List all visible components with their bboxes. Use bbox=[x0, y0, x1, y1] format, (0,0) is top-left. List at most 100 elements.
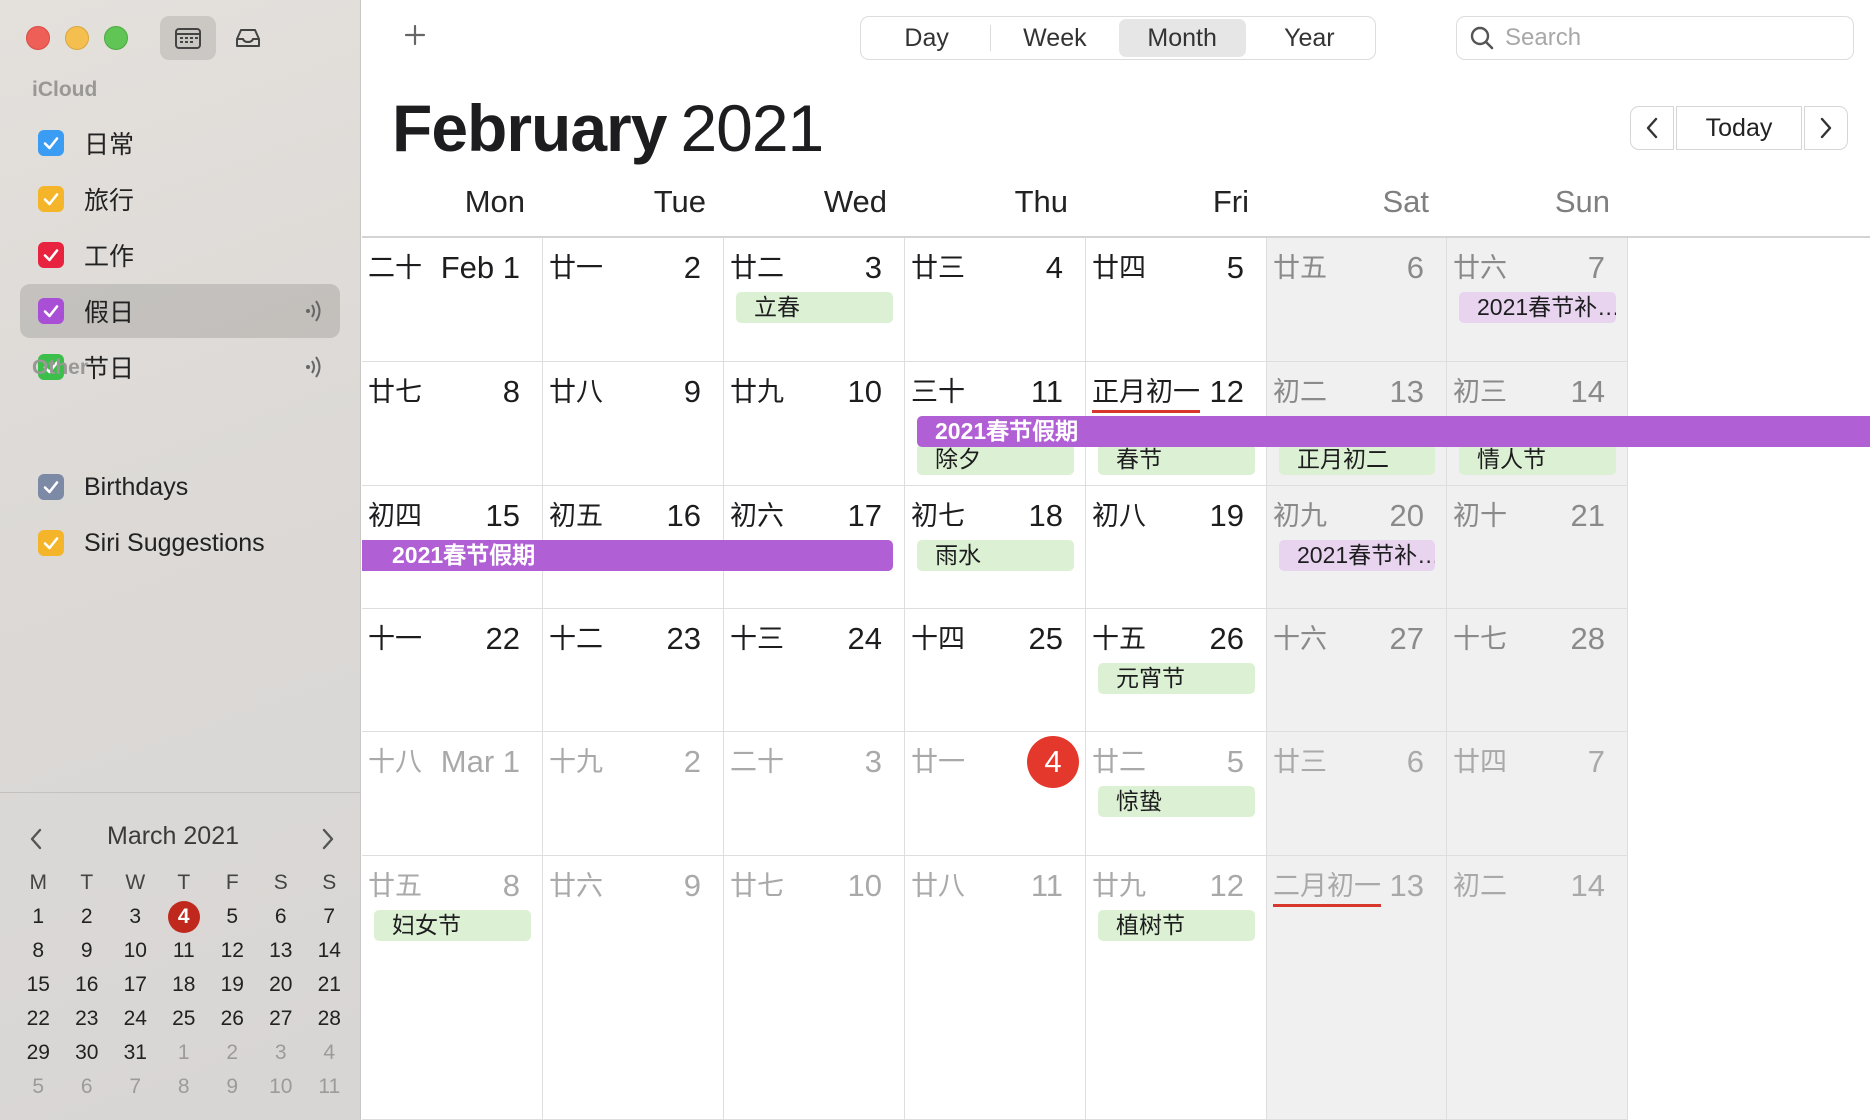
day-cell[interactable]: 廿三 4 bbox=[905, 238, 1086, 362]
calendar-event[interactable]: 惊蛰 bbox=[1098, 786, 1255, 817]
mini-calendar-day[interactable]: 21 bbox=[305, 968, 354, 1002]
day-cell[interactable]: 初九 20 2021春节补… bbox=[1267, 486, 1447, 609]
mini-calendar-day[interactable]: 11 bbox=[305, 1070, 354, 1104]
day-cell[interactable]: 十九 2 bbox=[543, 732, 724, 856]
calendar-item[interactable]: 日常 bbox=[20, 116, 340, 170]
calendar-item[interactable]: 工作 bbox=[20, 228, 340, 282]
day-cell[interactable]: 十四 25 bbox=[905, 609, 1086, 732]
mini-calendar-day[interactable]: 15 bbox=[14, 968, 63, 1002]
calendar-event[interactable]: 雨水 bbox=[917, 540, 1074, 571]
day-cell[interactable]: 廿二 5 惊蛰 bbox=[1086, 732, 1267, 856]
day-cell[interactable]: 二月初一 13 bbox=[1267, 856, 1447, 1120]
mini-calendar-day[interactable]: 28 bbox=[305, 1002, 354, 1036]
calendar-checkbox[interactable] bbox=[38, 242, 64, 268]
calendar-checkbox[interactable] bbox=[38, 186, 64, 212]
mini-calendar-day[interactable]: 24 bbox=[111, 1002, 160, 1036]
calendar-event[interactable]: 元宵节 bbox=[1098, 663, 1255, 694]
mini-calendar-day[interactable]: 25 bbox=[160, 1002, 209, 1036]
view-day-tab[interactable]: Day bbox=[863, 19, 990, 57]
mini-calendar-day[interactable]: 5 bbox=[208, 900, 257, 934]
mini-calendar-day[interactable]: 5 bbox=[14, 1070, 63, 1104]
mini-calendar-day[interactable]: 6 bbox=[257, 900, 306, 934]
mini-calendar-day[interactable]: 8 bbox=[14, 934, 63, 968]
day-cell[interactable]: 廿六 7 2021春节补… bbox=[1447, 238, 1628, 362]
calendar-event[interactable]: 2021春节补… bbox=[1279, 540, 1435, 571]
mini-calendar-day[interactable]: 8 bbox=[160, 1070, 209, 1104]
mini-calendar-day[interactable]: 10 bbox=[111, 934, 160, 968]
mini-calendar-day[interactable]: 6 bbox=[63, 1070, 112, 1104]
mini-calendar-day[interactable]: 16 bbox=[63, 968, 112, 1002]
calendar-event[interactable]: 正月初二 bbox=[1279, 444, 1435, 475]
mini-calendar-day[interactable]: 17 bbox=[111, 968, 160, 1002]
calendar-checkbox[interactable] bbox=[38, 530, 64, 556]
mini-calendar-day[interactable]: 4 bbox=[305, 1036, 354, 1070]
day-cell[interactable]: 廿八 11 bbox=[905, 856, 1086, 1120]
mini-calendar-day[interactable]: 7 bbox=[305, 900, 354, 934]
day-cell[interactable]: 十六 27 bbox=[1267, 609, 1447, 732]
day-cell[interactable]: 廿五 6 bbox=[1267, 238, 1447, 362]
day-cell[interactable]: 廿五 8 妇女节 bbox=[362, 856, 543, 1120]
mini-calendar-day[interactable]: 10 bbox=[257, 1070, 306, 1104]
day-cell[interactable]: 廿四 7 bbox=[1447, 732, 1628, 856]
calendar-event[interactable]: 植树节 bbox=[1098, 910, 1255, 941]
zoom-window-button[interactable] bbox=[104, 26, 128, 50]
previous-month-button[interactable] bbox=[1630, 106, 1674, 150]
day-cell[interactable]: 十三 24 bbox=[724, 609, 905, 732]
day-cell[interactable]: 十七 28 bbox=[1447, 609, 1628, 732]
mini-calendar-day[interactable]: 29 bbox=[14, 1036, 63, 1070]
mini-calendar-day[interactable]: 23 bbox=[63, 1002, 112, 1036]
day-cell[interactable]: 廿七 8 bbox=[362, 362, 543, 486]
mini-calendar-day[interactable]: 18 bbox=[160, 968, 209, 1002]
mini-calendar-day[interactable]: 26 bbox=[208, 1002, 257, 1036]
mini-calendar-day[interactable]: 1 bbox=[14, 900, 63, 934]
day-cell[interactable]: 初二 14 bbox=[1447, 856, 1628, 1120]
day-cell[interactable]: 十二 23 bbox=[543, 609, 724, 732]
calendar-item[interactable]: 假日 bbox=[20, 284, 340, 338]
mini-calendar-day[interactable]: 19 bbox=[208, 968, 257, 1002]
calendar-list-toggle-button[interactable] bbox=[160, 16, 216, 60]
calendar-event[interactable]: 除夕 bbox=[917, 444, 1074, 475]
day-cell[interactable]: 廿七 10 bbox=[724, 856, 905, 1120]
next-month-button[interactable] bbox=[1804, 106, 1848, 150]
day-cell[interactable]: 廿八 9 bbox=[543, 362, 724, 486]
calendar-item[interactable]: 旅行 bbox=[20, 172, 340, 226]
day-cell[interactable]: 廿九 10 bbox=[724, 362, 905, 486]
day-cell[interactable]: 廿一 4 bbox=[905, 732, 1086, 856]
day-cell[interactable]: 廿一 2 bbox=[543, 238, 724, 362]
mini-calendar-day[interactable]: 7 bbox=[111, 1070, 160, 1104]
minimize-window-button[interactable] bbox=[65, 26, 89, 50]
mini-calendar-day[interactable]: 14 bbox=[305, 934, 354, 968]
mini-calendar-day[interactable]: 4 bbox=[160, 900, 209, 934]
mini-calendar-day[interactable]: 30 bbox=[63, 1036, 112, 1070]
mini-calendar-next-button[interactable] bbox=[318, 826, 338, 852]
day-cell[interactable]: 廿四 5 bbox=[1086, 238, 1267, 362]
mini-calendar-day[interactable]: 22 bbox=[14, 1002, 63, 1036]
mini-calendar-day[interactable]: 1 bbox=[160, 1036, 209, 1070]
mini-calendar-day[interactable]: 3 bbox=[111, 900, 160, 934]
day-cell[interactable]: 初十 21 bbox=[1447, 486, 1628, 609]
mini-calendar-day[interactable]: 11 bbox=[160, 934, 209, 968]
mini-calendar-day[interactable]: 2 bbox=[208, 1036, 257, 1070]
close-window-button[interactable] bbox=[26, 26, 50, 50]
mini-calendar-day[interactable]: 9 bbox=[208, 1070, 257, 1104]
calendar-event[interactable]: 立春 bbox=[736, 292, 893, 323]
mini-calendar-day[interactable]: 13 bbox=[257, 934, 306, 968]
day-cell[interactable]: 廿二 3 立春 bbox=[724, 238, 905, 362]
view-year-tab[interactable]: Year bbox=[1246, 19, 1373, 57]
calendar-item[interactable]: Birthdays bbox=[20, 460, 340, 514]
calendar-event[interactable]: 春节 bbox=[1098, 444, 1255, 475]
multi-day-event-bar[interactable]: 2021春节假期 bbox=[917, 416, 1870, 447]
calendar-checkbox[interactable] bbox=[38, 298, 64, 324]
calendar-item[interactable]: Siri Suggestions bbox=[20, 516, 340, 570]
calendar-event[interactable]: 妇女节 bbox=[374, 910, 531, 941]
view-week-tab[interactable]: Week bbox=[991, 19, 1118, 57]
today-button[interactable]: Today bbox=[1676, 106, 1802, 150]
search-field[interactable] bbox=[1456, 16, 1854, 60]
day-cell[interactable]: 初七 18 雨水 bbox=[905, 486, 1086, 609]
day-cell[interactable]: 二十 3 bbox=[724, 732, 905, 856]
day-cell[interactable]: 十五 26 元宵节 bbox=[1086, 609, 1267, 732]
mini-calendar-day[interactable]: 27 bbox=[257, 1002, 306, 1036]
calendar-event[interactable]: 情人节 bbox=[1459, 444, 1616, 475]
mini-calendar-day[interactable]: 3 bbox=[257, 1036, 306, 1070]
search-input[interactable] bbox=[1505, 24, 1825, 52]
